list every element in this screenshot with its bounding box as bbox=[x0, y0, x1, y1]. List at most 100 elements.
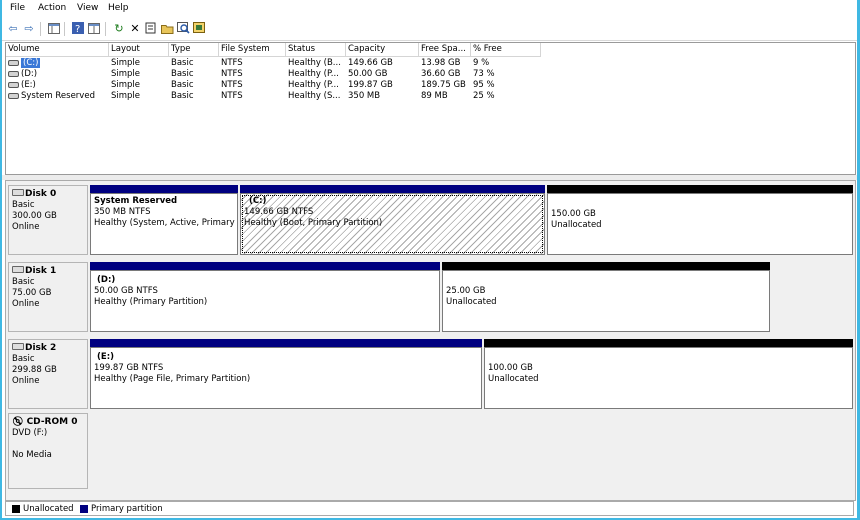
toolbar-divider bbox=[40, 22, 41, 36]
partition-c[interactable]: (C:) 149.66 GB NTFS Healthy (Boot, Prima… bbox=[240, 185, 545, 255]
column-type[interactable]: Type bbox=[169, 43, 219, 56]
menu-help[interactable]: Help bbox=[108, 3, 129, 13]
volume-list-header: Volume Layout Type File System Status Ca… bbox=[6, 43, 541, 57]
menu-view[interactable]: View bbox=[77, 3, 98, 13]
disk-state: Online bbox=[12, 299, 40, 309]
partition-status: Healthy (Page File, Primary Partition) bbox=[94, 374, 251, 384]
column-capacity[interactable]: Capacity bbox=[346, 43, 419, 56]
volume-free: 189.75 GB bbox=[421, 80, 466, 90]
drive-icon bbox=[8, 59, 19, 66]
delete-icon[interactable]: ✕ bbox=[128, 21, 142, 35]
cdrom-label[interactable]: 💿︎ CD-ROM 0 DVD (F:) No Media bbox=[8, 413, 88, 489]
partition-title: (E:) bbox=[97, 352, 114, 362]
partition-title: (D:) bbox=[97, 275, 116, 285]
column-status[interactable]: Status bbox=[286, 43, 346, 56]
column-file-system[interactable]: File System bbox=[219, 43, 286, 56]
toolbar: ⇦ ⇨ ? ↻ ✕ bbox=[2, 18, 857, 41]
disk-row: Disk 1 Basic 75.00 GB Online (D:) 50.00 … bbox=[6, 262, 855, 332]
help-icon[interactable]: ? bbox=[71, 21, 85, 35]
partition-size: 350 MB NTFS bbox=[94, 207, 151, 217]
volume-layout: Simple bbox=[111, 80, 141, 90]
console-tree-icon[interactable] bbox=[47, 21, 61, 35]
volume-type: Basic bbox=[171, 80, 194, 90]
volume-percent: 95 % bbox=[473, 80, 495, 90]
partition-size: 150.00 GB bbox=[551, 209, 596, 219]
volume-type: Basic bbox=[171, 91, 194, 101]
volume-percent: 9 % bbox=[473, 58, 490, 68]
menu-action[interactable]: Action bbox=[38, 3, 66, 13]
column-free-space[interactable]: Free Spa... bbox=[419, 43, 471, 56]
primary-partition-bar bbox=[90, 185, 238, 193]
column-volume[interactable]: Volume bbox=[6, 43, 109, 56]
volume-free: 13.98 GB bbox=[421, 58, 461, 68]
partition-unallocated[interactable]: 100.00 GB Unallocated bbox=[484, 339, 853, 409]
volume-row[interactable]: (E:) Simple Basic NTFS Healthy (P... 199… bbox=[6, 80, 541, 91]
volume-row[interactable]: System Reserved Simple Basic NTFS Health… bbox=[6, 91, 541, 102]
volume-type: Basic bbox=[171, 69, 194, 79]
disk-label[interactable]: Disk 1 Basic 75.00 GB Online bbox=[8, 262, 88, 332]
toolbar-divider bbox=[105, 22, 106, 36]
disk-icon bbox=[12, 189, 24, 196]
disk-title: Disk 2 bbox=[25, 343, 57, 353]
disk-title: Disk 1 bbox=[25, 266, 57, 276]
partition-size: 199.87 GB NTFS bbox=[94, 363, 164, 373]
primary-partition-bar bbox=[90, 262, 440, 270]
disk-state: No Media bbox=[12, 450, 52, 460]
volume-fs: NTFS bbox=[221, 58, 243, 68]
menu-file[interactable]: File bbox=[10, 3, 25, 13]
back-arrow-icon[interactable]: ⇦ bbox=[6, 21, 20, 35]
volume-free: 36.60 GB bbox=[421, 69, 461, 79]
legend-primary: Primary partition bbox=[91, 504, 163, 514]
cdrom-icon: 💿︎ bbox=[12, 417, 24, 427]
drive-icon bbox=[8, 81, 19, 88]
view-icon[interactable] bbox=[87, 21, 101, 35]
volume-layout: Simple bbox=[111, 91, 141, 101]
refresh-icon[interactable]: ↻ bbox=[112, 21, 126, 35]
volume-fs: NTFS bbox=[221, 69, 243, 79]
volume-status: Healthy (P... bbox=[288, 69, 339, 79]
partition-system-reserved[interactable]: System Reserved 350 MB NTFS Healthy (Sys… bbox=[90, 185, 238, 255]
unallocated-bar bbox=[547, 185, 853, 193]
disk-icon bbox=[12, 266, 24, 273]
partition-unallocated[interactable]: 150.00 GB Unallocated bbox=[547, 185, 853, 255]
disk-kind: DVD (F:) bbox=[12, 428, 48, 438]
volume-list: Volume Layout Type File System Status Ca… bbox=[5, 42, 856, 175]
toolbar-divider bbox=[64, 22, 65, 36]
volume-percent: 25 % bbox=[473, 91, 495, 101]
disk-spacer bbox=[12, 439, 84, 450]
column-layout[interactable]: Layout bbox=[109, 43, 169, 56]
volume-row[interactable]: (C:) Simple Basic NTFS Healthy (B... 149… bbox=[6, 58, 541, 69]
partition-e[interactable]: (E:) 199.87 GB NTFS Healthy (Page File, … bbox=[90, 339, 482, 409]
rescan-icon[interactable] bbox=[192, 21, 206, 35]
legend-unallocated: Unallocated bbox=[23, 504, 74, 514]
volume-fs: NTFS bbox=[221, 91, 243, 101]
disk-row: Disk 0 Basic 300.00 GB Online System Res… bbox=[6, 185, 855, 255]
disk-title: Disk 0 bbox=[25, 189, 57, 199]
open-icon[interactable] bbox=[160, 21, 174, 35]
properties-icon[interactable] bbox=[144, 21, 158, 35]
partition-size: 100.00 GB bbox=[488, 363, 533, 373]
disk-size: 299.88 GB bbox=[12, 365, 57, 375]
disk-label[interactable]: Disk 0 Basic 300.00 GB Online bbox=[8, 185, 88, 255]
legend: Unallocated Primary partition bbox=[5, 501, 854, 516]
primary-swatch bbox=[80, 505, 88, 513]
forward-arrow-icon[interactable]: ⇨ bbox=[22, 21, 36, 35]
partition-status: Unallocated bbox=[488, 374, 539, 384]
unallocated-swatch bbox=[12, 505, 20, 513]
disk-size: 300.00 GB bbox=[12, 211, 57, 221]
column-percent-free[interactable]: % Free bbox=[471, 43, 541, 56]
disk-state: Online bbox=[12, 376, 40, 386]
explore-icon[interactable] bbox=[176, 21, 190, 35]
volume-name: (D:) bbox=[21, 69, 38, 79]
volume-name: System Reserved bbox=[21, 91, 95, 101]
partition-status: Healthy (System, Active, Primary P bbox=[94, 218, 238, 228]
partition-status: Healthy (Boot, Primary Partition) bbox=[244, 218, 383, 228]
volume-name: (E:) bbox=[21, 80, 36, 90]
menu-bar: File Action View Help bbox=[2, 0, 857, 17]
partition-size: 50.00 GB NTFS bbox=[94, 286, 158, 296]
partition-unallocated[interactable]: 25.00 GB Unallocated bbox=[442, 262, 770, 332]
volume-row[interactable]: (D:) Simple Basic NTFS Healthy (P... 50.… bbox=[6, 69, 541, 80]
partition-d[interactable]: (D:) 50.00 GB NTFS Healthy (Primary Part… bbox=[90, 262, 440, 332]
disk-kind: Basic bbox=[12, 277, 35, 287]
disk-label[interactable]: Disk 2 Basic 299.88 GB Online bbox=[8, 339, 88, 409]
